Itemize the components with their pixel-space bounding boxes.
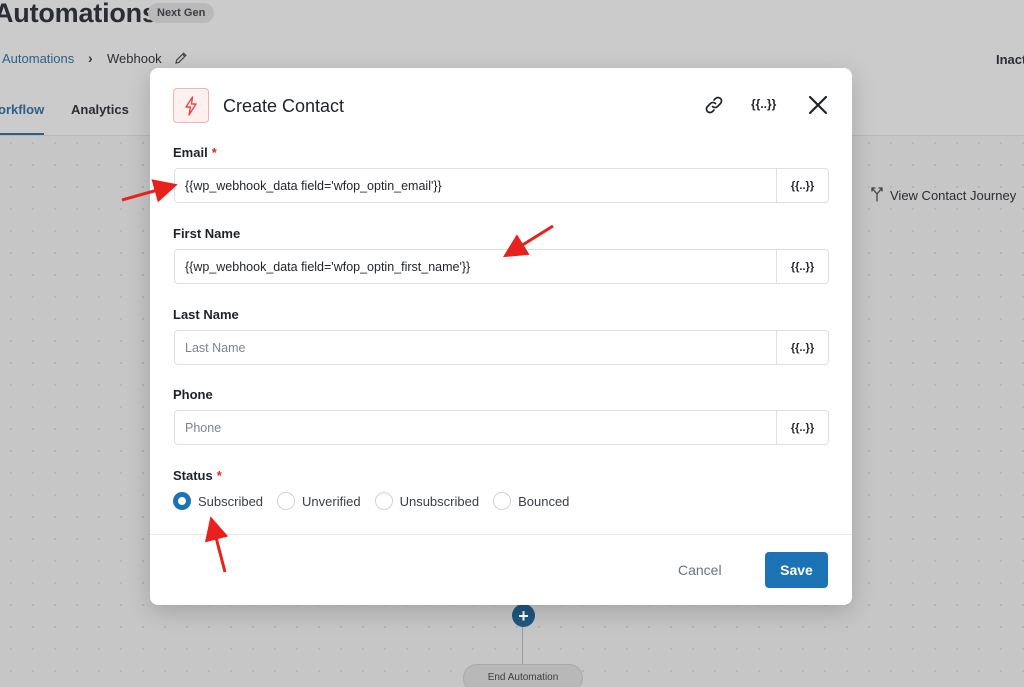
email-field[interactable] <box>175 169 776 202</box>
modal-footer-divider <box>150 534 852 535</box>
tab-workflow[interactable]: orkflow <box>0 102 45 135</box>
status-option-subscribed[interactable]: Subscribed <box>173 492 263 510</box>
view-contact-journey-label: View Contact Journey <box>890 188 1017 203</box>
end-automation-node: End Automation <box>463 664 583 687</box>
first-name-merge-tag-button[interactable]: {{..}} <box>776 250 828 283</box>
version-badge: Next Gen <box>148 3 215 23</box>
merge-tag-icon[interactable]: {{..}} <box>751 97 776 111</box>
radio-unchecked[interactable] <box>493 492 512 510</box>
status-label: Status * <box>173 468 222 483</box>
status-option-bounced[interactable]: Bounced <box>493 492 569 510</box>
status-option-label: Bounced <box>518 493 570 509</box>
page-title: Automations <box>0 0 157 28</box>
first-name-label: First Name <box>173 226 241 241</box>
email-label: Email * <box>173 145 217 160</box>
phone-field[interactable] <box>175 411 776 444</box>
save-button[interactable]: Save <box>765 552 828 588</box>
radio-unchecked[interactable] <box>277 492 296 510</box>
breadcrumb-current: Webhook <box>107 51 162 66</box>
status-option-label: Subscribed <box>198 493 264 509</box>
phone-label: Phone <box>173 387 213 402</box>
plus-icon[interactable]: + <box>512 604 535 627</box>
first-name-field-wrap: {{..}} <box>174 249 829 284</box>
required-mark: * <box>216 468 222 483</box>
required-mark: * <box>211 145 217 160</box>
chevron-right-icon: › <box>88 50 93 66</box>
modal-title: Create Contact <box>223 96 345 116</box>
last-name-field[interactable] <box>175 331 776 364</box>
status-option-label: Unverified <box>302 493 361 509</box>
last-name-field-wrap: {{..}} <box>174 330 829 365</box>
bolt-icon <box>173 88 209 123</box>
modal-header: Create Contact {{..}} <box>150 68 852 144</box>
status-option-unsubscribed[interactable]: Unsubscribed <box>374 492 480 510</box>
email-field-wrap: {{..}} <box>174 168 829 203</box>
status-option-label: Unsubscribed <box>399 493 480 509</box>
status-radio-group: Subscribed Unverified Unsubscribed Bounc… <box>173 492 583 510</box>
close-icon[interactable] <box>808 95 828 120</box>
last-name-label: Last Name <box>173 307 239 322</box>
email-label-text: Email <box>173 145 208 160</box>
last-name-merge-tag-button[interactable]: {{..}} <box>776 331 828 364</box>
cancel-button[interactable]: Cancel <box>678 562 722 578</box>
first-name-field[interactable] <box>175 250 776 283</box>
status-option-unverified[interactable]: Unverified <box>277 492 361 510</box>
email-merge-tag-button[interactable]: {{..}} <box>776 169 828 202</box>
view-contact-journey-button[interactable]: View Contact Journey <box>870 186 1016 205</box>
link-icon[interactable] <box>703 94 725 121</box>
radio-checked[interactable] <box>173 492 191 510</box>
automation-status-label: Inact <box>996 52 1024 67</box>
breadcrumb-automations-link[interactable]: Automations <box>2 51 74 66</box>
phone-field-wrap: {{..}} <box>174 410 829 445</box>
create-contact-modal: Create Contact {{..}} Email* {{..}} Firs… <box>150 68 852 605</box>
tab-analytics[interactable]: Analytics <box>71 102 129 117</box>
journey-icon <box>870 186 884 205</box>
radio-unchecked[interactable] <box>374 492 393 510</box>
status-label-text: Status <box>173 468 213 483</box>
phone-merge-tag-button[interactable]: {{..}} <box>776 411 828 444</box>
